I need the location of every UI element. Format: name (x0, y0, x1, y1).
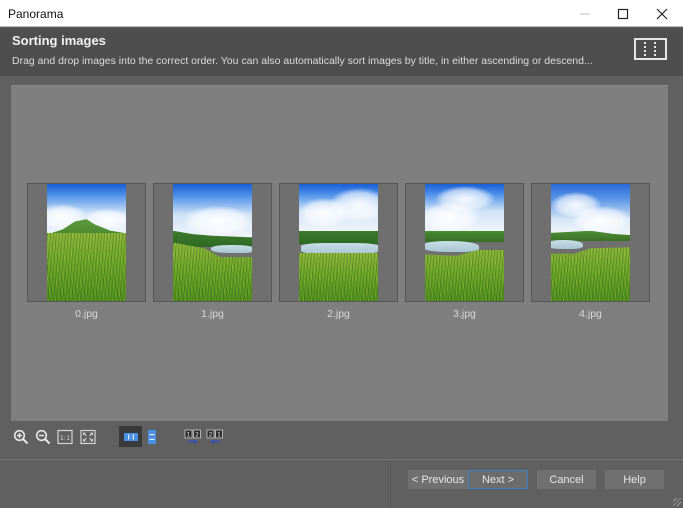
wizard-footer: < Previous Next > Cancel Help (0, 459, 683, 508)
image-thumbnail[interactable] (279, 183, 398, 302)
title-bar: Panorama (0, 0, 683, 27)
maximize-button[interactable] (604, 0, 642, 27)
image-sorting-canvas[interactable]: 0.jpg 1.jpg 2.jpg 3.jpg 4.jpg (11, 85, 668, 421)
panorama-strip-icon (634, 38, 667, 60)
image-preview (425, 184, 504, 301)
wizard-header: Sorting images Drag and drop images into… (0, 28, 683, 76)
minimize-icon (580, 13, 590, 14)
image-preview (47, 184, 126, 301)
sort-descending-button[interactable]: 2 1 (204, 427, 226, 447)
vertical-layout-icon (148, 430, 156, 444)
svg-text:1:1: 1:1 (60, 434, 70, 442)
image-preview (299, 184, 378, 301)
fit-window-icon (80, 429, 96, 445)
actual-size-button[interactable]: 1:1 (54, 427, 76, 447)
resize-grip[interactable] (673, 498, 681, 506)
image-preview (173, 184, 252, 301)
zoom-in-icon (13, 429, 29, 445)
image-thumbnail[interactable] (153, 183, 272, 302)
sort-descending-icon: 2 1 (206, 429, 223, 444)
sort-ascending-icon: 1 2 (184, 429, 201, 444)
image-preview (551, 184, 630, 301)
zoom-out-button[interactable] (32, 427, 54, 447)
svg-text:1: 1 (217, 432, 221, 439)
svg-text:2: 2 (195, 432, 199, 439)
image-filename: 4.jpg (579, 308, 602, 320)
footer-divider (390, 460, 391, 508)
previous-button[interactable]: < Previous (408, 470, 468, 489)
actual-size-icon: 1:1 (57, 429, 73, 445)
image-thumbnail[interactable] (27, 183, 146, 302)
image-thumbnail[interactable] (531, 183, 650, 302)
svg-text:1: 1 (187, 432, 191, 439)
window-title: Panorama (8, 7, 64, 21)
image-thumbnail[interactable] (405, 183, 524, 302)
close-button[interactable] (643, 0, 681, 27)
zoom-in-button[interactable] (10, 427, 32, 447)
image-filename: 2.jpg (327, 308, 350, 320)
image-filename: 0.jpg (75, 308, 98, 320)
help-button[interactable]: Help (605, 470, 664, 489)
zoom-out-icon (35, 429, 51, 445)
cancel-button[interactable]: Cancel (537, 470, 596, 489)
svg-text:2: 2 (209, 432, 213, 439)
content-area: 0.jpg 1.jpg 2.jpg 3.jpg 4.jpg 1:1 1 2 2 … (0, 76, 683, 459)
minimize-button[interactable] (566, 0, 604, 27)
next-button[interactable]: Next > (468, 470, 528, 489)
maximize-icon (617, 8, 629, 19)
vertical-layout-button[interactable] (141, 427, 163, 447)
image-filename: 1.jpg (201, 308, 224, 320)
page-description: Drag and drop images into the correct or… (12, 55, 593, 67)
horizontal-layout-button[interactable] (119, 426, 142, 447)
page-title: Sorting images (12, 33, 106, 48)
sort-ascending-button[interactable]: 1 2 (182, 427, 204, 447)
close-icon (656, 8, 668, 19)
image-filename: 3.jpg (453, 308, 476, 320)
fit-to-window-button[interactable] (77, 427, 99, 447)
image-toolbar: 1:1 1 2 2 1 (0, 423, 683, 451)
horizontal-layout-icon (123, 432, 138, 441)
